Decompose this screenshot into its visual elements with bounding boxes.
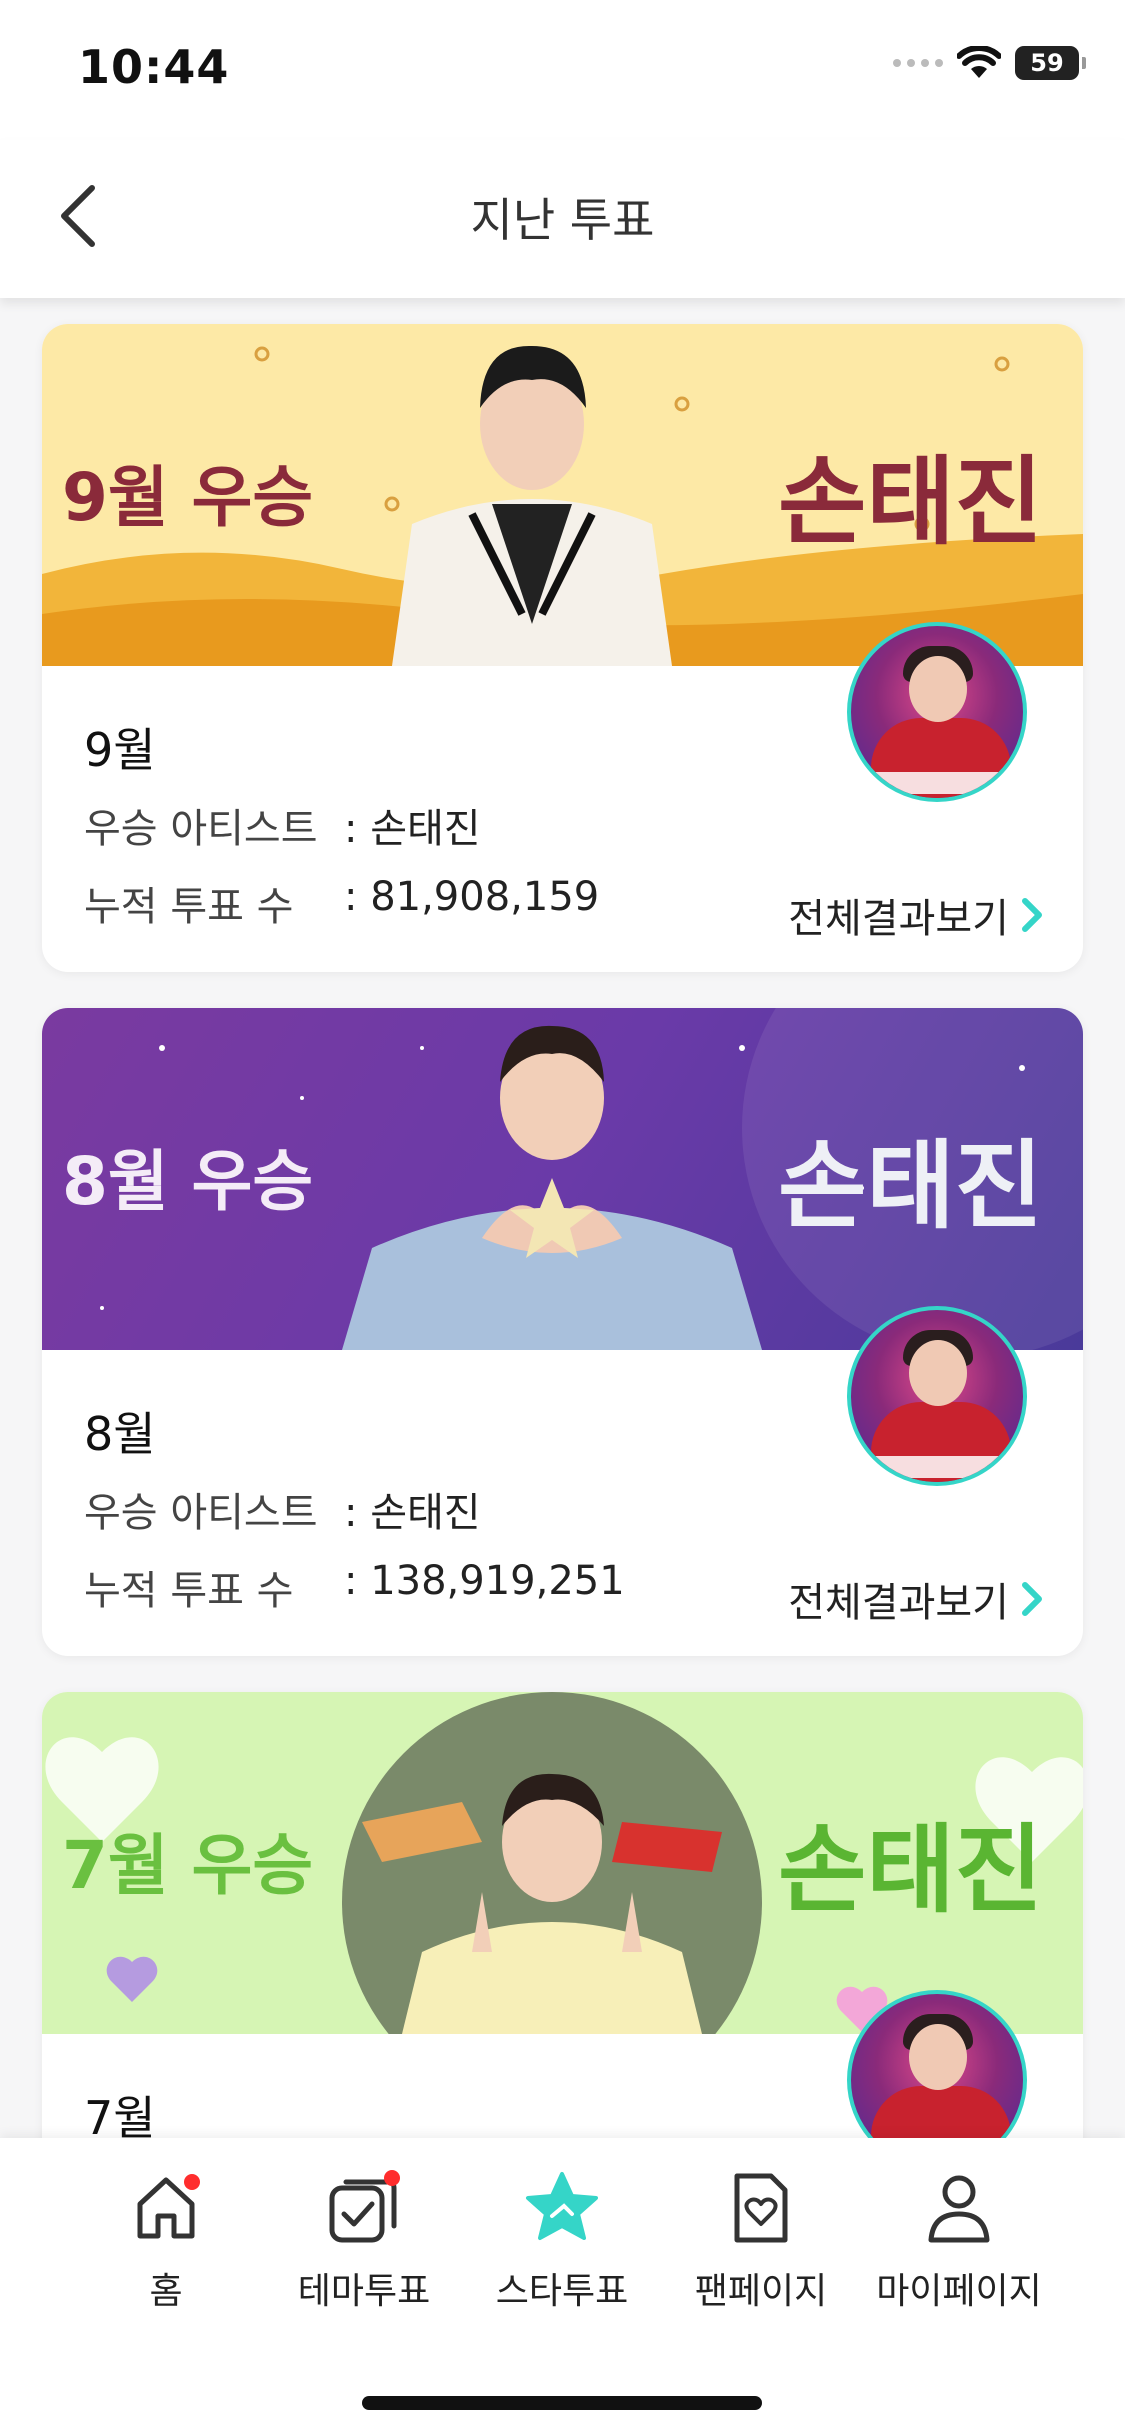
star-vote-icon	[526, 2172, 598, 2240]
votes-row: 누적 투표 수 : 81,908,159	[84, 874, 599, 932]
tab-label: 홈	[149, 2271, 183, 2312]
votes-value: : 81,908,159	[344, 874, 600, 920]
winner-avatar	[847, 1306, 1027, 1486]
signal-icon	[893, 59, 943, 67]
winner-label: 우승 아티스트	[84, 806, 318, 852]
tab-my-page[interactable]: 마이페이지	[859, 2168, 1059, 2314]
card-month: 9월	[84, 723, 156, 777]
tab-label: 테마투표	[297, 2271, 431, 2312]
tab-label: 마이페이지	[876, 2271, 1042, 2312]
status-icons: 59	[893, 46, 1086, 80]
winner-row: 우승 아티스트 : 손태진	[84, 1480, 481, 1538]
home-indicator	[362, 2396, 762, 2410]
notification-badge	[184, 2174, 200, 2190]
chevron-right-icon	[1022, 898, 1042, 932]
banner-right-text: 손태진	[778, 1130, 1043, 1242]
winner-avatar	[847, 622, 1027, 802]
chevron-right-icon	[1022, 1582, 1042, 1616]
artist-photo	[392, 345, 672, 666]
vote-card-september[interactable]: 9월 우승 손태진 9월 우승 아티스트 : 손태진 누적 투표 수 : 81,…	[42, 324, 1083, 972]
status-bar: 10:44 59	[0, 0, 1125, 140]
view-full-results-link[interactable]: 전체결과보기	[788, 886, 1043, 944]
votes-label: 누적 투표 수	[84, 884, 294, 930]
vote-banner: 8월 우승 손태진	[42, 1008, 1083, 1350]
fan-page-icon	[734, 2173, 788, 2243]
view-full-results-link[interactable]: 전체결과보기	[788, 1570, 1043, 1628]
tab-home[interactable]: 홈	[66, 2168, 266, 2314]
banner-right-text: 손태진	[778, 1814, 1043, 1926]
bottom-tab-bar: 홈 테마투표 스타투표 팬페이지 마이페이지	[0, 2138, 1125, 2436]
wifi-icon	[957, 46, 1001, 78]
winner-row: 우승 아티스트 : 손태진	[84, 796, 481, 854]
tab-star-vote[interactable]: 스타투표	[462, 2168, 662, 2314]
votes-value: : 138,919,251	[344, 1558, 625, 1604]
tab-label: 팬페이지	[694, 2271, 828, 2312]
vote-card-august[interactable]: 8월 우승 손태진 8월 우승 아티스트 : 손태진 누적 투표 수 : 138…	[42, 1008, 1083, 1656]
vote-banner: 9월 우승 손태진	[42, 324, 1083, 666]
banner-left-text: 9월 우승	[62, 459, 314, 536]
banner-right-text: 손태진	[778, 446, 1043, 558]
status-time: 10:44	[78, 40, 230, 94]
my-page-icon	[928, 2175, 990, 2243]
votes-row: 누적 투표 수 : 138,919,251	[84, 1558, 625, 1616]
past-votes-list[interactable]: 9월 우승 손태진 9월 우승 아티스트 : 손태진 누적 투표 수 : 81,…	[0, 298, 1125, 2138]
view-full-results-label: 전체결과보기	[788, 1580, 1009, 1626]
view-full-results-label: 전체결과보기	[788, 896, 1009, 942]
banner-left-text: 8월 우승	[62, 1143, 314, 1220]
votes-label: 누적 투표 수	[84, 1568, 294, 1614]
vote-banner: 7월 우승 손태진	[42, 1692, 1083, 2034]
winner-value: : 손태진	[344, 1490, 481, 1536]
winner-label: 우승 아티스트	[84, 1490, 318, 1536]
battery-icon: 59	[1015, 46, 1086, 80]
tab-fan-page[interactable]: 팬페이지	[661, 2168, 861, 2314]
winner-value: : 손태진	[344, 806, 481, 852]
artist-photo	[342, 1025, 762, 1350]
artist-photo	[342, 1692, 762, 2034]
notification-badge	[384, 2170, 400, 2186]
tab-theme-vote[interactable]: 테마투표	[264, 2168, 464, 2314]
banner-left-text: 7월 우승	[62, 1827, 314, 1904]
card-month: 8월	[84, 1407, 156, 1461]
tab-label: 스타투표	[495, 2271, 629, 2312]
page-title: 지난 투표	[470, 193, 655, 247]
nav-header: 지난 투표	[0, 140, 1125, 298]
card-month: 7월	[84, 2091, 156, 2138]
vote-card-july[interactable]: 7월 우승 손태진 7월	[42, 1692, 1083, 2138]
